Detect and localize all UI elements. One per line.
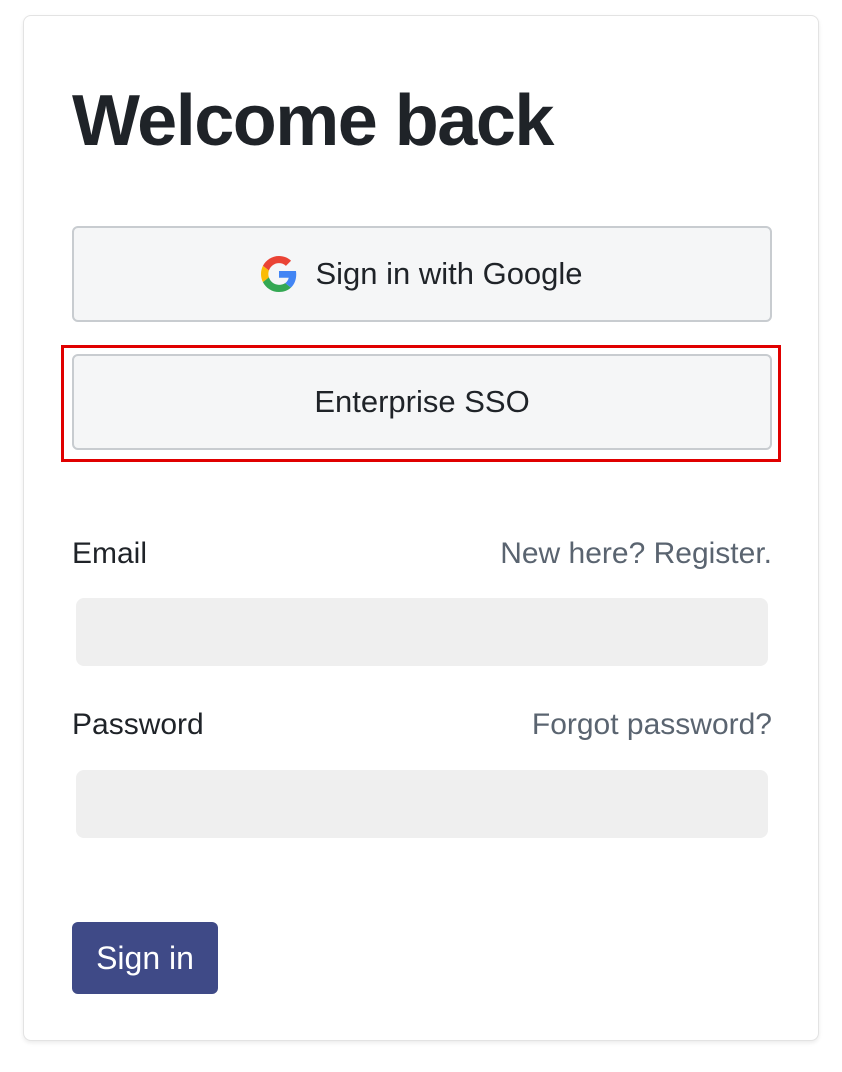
- email-label: Email: [72, 537, 148, 570]
- sign-in-button[interactable]: Sign in: [72, 922, 218, 994]
- enterprise-sso-button[interactable]: Enterprise SSO: [72, 354, 772, 450]
- page-title: Welcome back: [72, 81, 554, 161]
- google-icon: [261, 256, 297, 292]
- register-link[interactable]: New here? Register.: [500, 537, 772, 571]
- login-card: [23, 15, 819, 1041]
- password-input[interactable]: [76, 770, 768, 838]
- google-signin-button[interactable]: Sign in with Google: [72, 226, 772, 322]
- google-signin-label: Sign in with Google: [315, 256, 583, 291]
- password-label: Password: [72, 708, 204, 741]
- forgot-password-link[interactable]: Forgot password?: [532, 708, 772, 742]
- enterprise-sso-label: Enterprise SSO: [314, 384, 530, 419]
- email-input[interactable]: [76, 598, 768, 666]
